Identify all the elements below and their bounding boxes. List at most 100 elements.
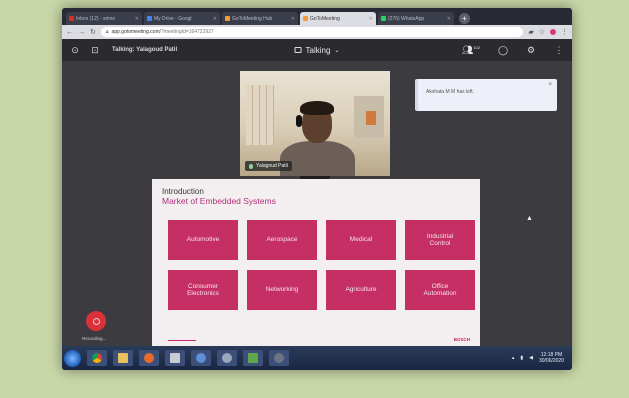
lock-icon[interactable]: ⊡ bbox=[90, 45, 100, 55]
drive-icon bbox=[147, 16, 152, 21]
tile-aerospace: Aerospace bbox=[247, 220, 317, 260]
folder-icon[interactable] bbox=[113, 350, 133, 366]
participants-count: 102 bbox=[473, 44, 480, 50]
participant-name-tag: Yalagoud Patil bbox=[245, 161, 292, 171]
chrome-logo bbox=[92, 353, 102, 363]
browser-tab-whatsapp[interactable]: (276) WhatsApp ✕ bbox=[378, 12, 454, 25]
paint-glyph bbox=[196, 353, 206, 363]
clock[interactable]: 12:18 PM 30/06/2020 bbox=[539, 352, 564, 364]
record-icon bbox=[92, 317, 100, 325]
slide-subtitle: Market of Embedded Systems bbox=[162, 196, 276, 206]
tab-label: GoToMeeting Hub bbox=[232, 15, 273, 22]
tile-office-automation: Office Automation bbox=[405, 270, 475, 310]
media-player-icon[interactable] bbox=[139, 350, 159, 366]
participant-body bbox=[280, 141, 355, 176]
network-icon[interactable]: ▮ bbox=[520, 355, 523, 361]
browser-tab-strip: Inbox (12) - srimo ✕ My Drive - Googl ✕ … bbox=[62, 8, 572, 25]
slide-title: Introduction bbox=[162, 187, 204, 196]
record-button[interactable] bbox=[86, 311, 106, 331]
windows-taskbar: ▴ ▮ ◀ 12:18 PM 30/06/2020 bbox=[62, 346, 572, 370]
extension-icon[interactable] bbox=[550, 29, 556, 35]
meeting-toolbar: ⊙ ⊡ Talking: Yalagoud Patil Talking ⌄ 👥︎… bbox=[62, 39, 572, 61]
projected-screen: Inbox (12) - srimo ✕ My Drive - Googl ✕ … bbox=[62, 8, 572, 370]
participants-button[interactable]: 👥︎102 bbox=[462, 45, 480, 56]
view-selector-label: Talking bbox=[305, 45, 331, 55]
tile-industrial-control: Industrial Control bbox=[405, 220, 475, 260]
bosch-logo: BOSCH bbox=[453, 337, 470, 342]
participant-hair bbox=[300, 101, 334, 115]
people-icon: 👥︎ bbox=[461, 44, 474, 55]
chrome-icon[interactable] bbox=[87, 350, 107, 366]
notification-toast: × Akshata M M has left. bbox=[415, 79, 557, 111]
paint-icon[interactable] bbox=[191, 350, 211, 366]
camera-icon[interactable]: ▰ bbox=[528, 28, 533, 36]
video-tile[interactable]: Yalagoud Patil bbox=[240, 71, 390, 176]
shared-slide: Introduction Market of Embedded Systems … bbox=[152, 179, 480, 347]
reload-icon[interactable]: ↻ bbox=[90, 28, 96, 36]
background-window bbox=[246, 85, 274, 145]
tab-label: (276) WhatsApp bbox=[388, 15, 425, 22]
market-tiles: Automotive Aerospace Medical Industrial … bbox=[168, 220, 475, 310]
slide-footer-line bbox=[168, 340, 196, 341]
tools-glyph bbox=[222, 353, 232, 363]
close-icon[interactable]: ✕ bbox=[369, 16, 373, 22]
gotomeeting-icon bbox=[303, 16, 308, 21]
gotomeeting-icon bbox=[225, 16, 230, 21]
screen-icon bbox=[294, 47, 302, 53]
start-button[interactable] bbox=[64, 349, 81, 367]
star-icon[interactable]: ☆ bbox=[539, 28, 545, 36]
url-host: app.gotomeeting.com bbox=[111, 29, 160, 35]
browser-tab-gmail[interactable]: Inbox (12) - srimo ✕ bbox=[66, 12, 142, 25]
close-icon[interactable]: ✕ bbox=[447, 16, 451, 22]
tab-label: My Drive - Googl bbox=[154, 15, 192, 22]
background-poster bbox=[366, 111, 376, 125]
close-icon[interactable]: × bbox=[548, 82, 552, 88]
mouse-cursor-icon: ▲ bbox=[526, 215, 533, 222]
notification-text: Akshata M M has left. bbox=[426, 89, 475, 95]
calculator-icon[interactable] bbox=[165, 350, 185, 366]
tile-networking: Networking bbox=[247, 270, 317, 310]
tile-consumer-electronics: Consumer Electronics bbox=[168, 270, 238, 310]
play-glyph bbox=[144, 353, 154, 363]
browser-tab-gotomeeting[interactable]: GoToMeeting ✕ bbox=[300, 12, 376, 25]
browser-tab-drive[interactable]: My Drive - Googl ✕ bbox=[144, 12, 220, 25]
chat-icon[interactable]: ◯ bbox=[498, 45, 508, 55]
camera-app-icon[interactable] bbox=[269, 350, 289, 366]
chevron-down-icon: ⌄ bbox=[334, 47, 340, 54]
menu-icon[interactable]: ⋮ bbox=[561, 28, 568, 36]
url-input[interactable]: 🔒︎ app.gotomeeting.com/?meetingId=164722… bbox=[100, 27, 524, 37]
headset-icon bbox=[296, 115, 302, 127]
tab-label: Inbox (12) - srimo bbox=[76, 15, 116, 22]
clock-date: 30/06/2020 bbox=[538, 358, 564, 364]
tile-agriculture: Agriculture bbox=[326, 270, 396, 310]
back-circle-icon[interactable]: ⊙ bbox=[70, 45, 80, 55]
browser-tab-gotomeeting-hub[interactable]: GoToMeeting Hub ✕ bbox=[222, 12, 298, 25]
more-icon[interactable]: ⋮ bbox=[554, 45, 564, 55]
lock-icon: 🔒︎ bbox=[105, 29, 109, 35]
new-tab-button[interactable]: + bbox=[459, 13, 470, 24]
forward-icon[interactable]: → bbox=[78, 29, 85, 36]
back-icon[interactable]: ← bbox=[66, 29, 73, 36]
mic-icon bbox=[249, 163, 253, 169]
photo-icon[interactable] bbox=[243, 350, 263, 366]
gear-icon[interactable]: ⚙ bbox=[526, 45, 536, 55]
whatsapp-icon bbox=[381, 16, 386, 21]
talking-indicator: Talking: Yalagoud Patil bbox=[112, 47, 178, 53]
folder-glyph bbox=[118, 353, 128, 363]
address-bar: ← → ↻ 🔒︎ app.gotomeeting.com/?meetingId=… bbox=[62, 25, 572, 39]
tray-arrow-icon[interactable]: ▴ bbox=[512, 355, 515, 361]
tools-icon[interactable] bbox=[217, 350, 237, 366]
close-icon[interactable]: ✕ bbox=[135, 16, 139, 22]
participant-name: Yalagoud Patil bbox=[256, 163, 288, 169]
system-tray: ▴ ▮ ◀ 12:18 PM 30/06/2020 bbox=[512, 352, 572, 364]
close-icon[interactable]: ✕ bbox=[213, 16, 217, 22]
recording-label: Recording... bbox=[82, 336, 107, 341]
volume-icon[interactable]: ◀ bbox=[529, 355, 533, 361]
tile-automotive: Automotive bbox=[168, 220, 238, 260]
view-selector[interactable]: Talking ⌄ bbox=[294, 45, 340, 55]
camera-glyph bbox=[274, 353, 284, 363]
photo-glyph bbox=[248, 353, 258, 363]
close-icon[interactable]: ✕ bbox=[291, 16, 295, 22]
calc-glyph bbox=[170, 353, 180, 363]
url-path: /?meetingId=164722927 bbox=[159, 29, 214, 35]
